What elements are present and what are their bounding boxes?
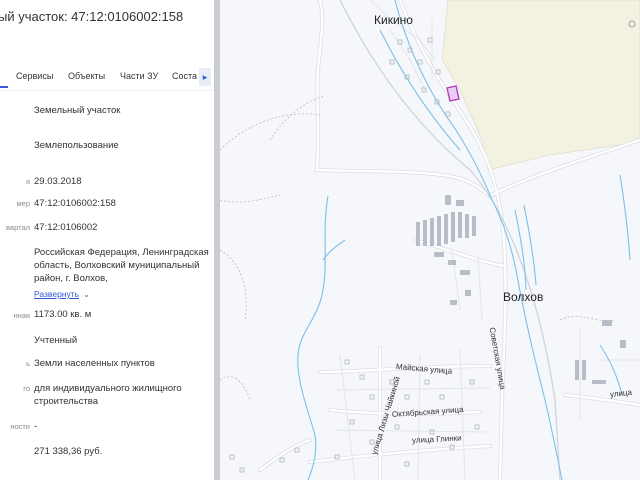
place-label-volkhov: Волхов <box>503 290 544 304</box>
chevron-down-icon: ⌄ <box>83 290 90 299</box>
tabs: Сервисы Объекты Части ЗУ Соста ▸ <box>0 68 214 88</box>
tab-composition[interactable]: Соста <box>172 71 197 81</box>
map-view[interactable]: Кикино Волхов Советская улица Майская ул… <box>220 0 640 480</box>
active-tab-indicator <box>0 86 8 88</box>
expand-link-label: Развернуть <box>34 289 80 299</box>
info-value: 29.03.2018 <box>34 176 82 187</box>
panel-title: ый участок: 47:12:0106002:158 <box>0 9 184 24</box>
info-label: ности <box>10 422 30 431</box>
selected-parcel[interactable] <box>446 85 460 102</box>
tabs-divider <box>0 90 214 91</box>
info-label: го <box>23 384 30 393</box>
tab-parcel-parts[interactable]: Части ЗУ <box>120 71 158 81</box>
info-panel: ый участок: 47:12:0106002:158 Сервисы Об… <box>0 0 214 480</box>
info-value: для индивидуального жилищного строительс… <box>34 383 182 407</box>
chevron-right-icon: ▸ <box>202 72 208 82</box>
info-label: нная <box>13 311 30 320</box>
info-value: - <box>34 421 38 432</box>
field-area <box>441 0 640 171</box>
place-label-kikino: Кикино <box>374 13 413 27</box>
info-value: Земли населенных пунктов <box>34 358 155 369</box>
info-value: 1173.00 кв. м <box>34 309 92 320</box>
info-label: мер <box>16 199 31 208</box>
info-value: Земельный участок <box>34 105 121 116</box>
tabs-next-button[interactable]: ▸ <box>199 68 211 86</box>
info-value: 47:12:0106002 <box>34 222 98 233</box>
info-label: ь <box>26 359 30 368</box>
tab-objects[interactable]: Объекты <box>68 71 105 81</box>
info-value: 47:12:0106002:158 <box>34 198 116 209</box>
info-value: 271 338,36 руб. <box>34 446 103 457</box>
info-label: вартал <box>6 223 30 232</box>
info-value: Российская Федерация, Ленинградская обла… <box>34 247 209 284</box>
info-value: Землепользование <box>34 140 119 151</box>
info-label: я <box>25 177 30 186</box>
info-value: Учтенный <box>34 335 78 346</box>
tab-services[interactable]: Сервисы <box>16 71 53 81</box>
expand-link[interactable]: Развернуть ⌄ <box>34 288 212 301</box>
